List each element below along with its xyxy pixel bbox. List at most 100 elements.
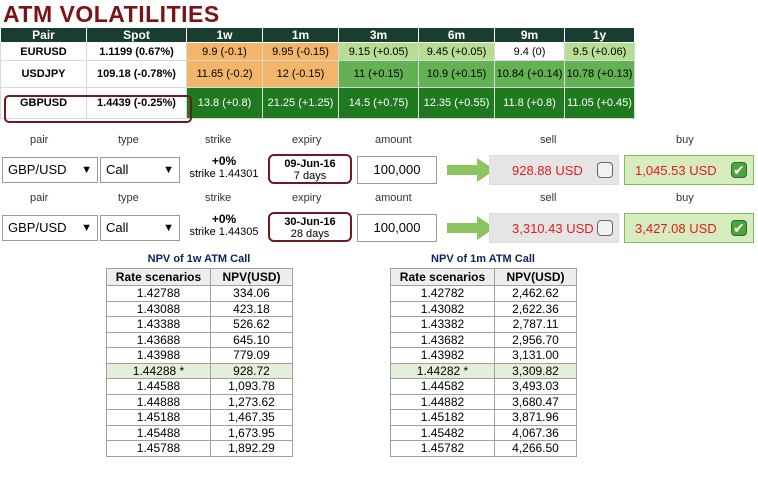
table-row: 1.44588 1,093.78 [106,378,293,395]
vol-cell-6m: 12.35 (+0.55) [418,87,495,119]
npv-value-cell: 3,680.47 [494,393,577,410]
pair-select-1[interactable]: GBP/USD ▼ [2,157,98,183]
npv-header-value: NPV(USD) [210,268,293,286]
vol-row-eurusd: EURUSD 1.1199 (0.67%) 9.9 (-0.1) 9.95 (-0.1… [0,42,635,61]
vol-cell-6m: 10.9 (+0.15) [418,60,495,88]
npv-1w-table: Rate scenarios NPV(USD) 1.42788 334.06 1.4… [106,268,293,457]
vol-cell-1w: 11.65 (-0.2) [186,60,263,88]
rate-scenario-cell: 1.43382 [390,316,495,333]
label-strike: strike [205,192,232,204]
npv-value-cell: 3,871.96 [494,409,577,426]
vol-cell-1w: 9.9 (-0.1) [186,42,263,61]
pair-select-value: GBP/USD [8,220,67,235]
vol-cell-9m: 11.8 (+0.8) [494,87,565,119]
table-row: 1.43988 779.09 [106,347,293,364]
sell-checkbox-2[interactable] [597,220,613,236]
rate-scenario-cell: 1.43088 [106,300,211,317]
amount-input-2[interactable]: 100,000 [357,214,437,242]
table-row: 1.44882 3,680.47 [390,393,577,410]
expiry-days: 28 days [290,228,330,240]
strike-value: strike 1.44305 [189,226,259,238]
sell-price-1[interactable]: 928.88 USD [489,155,619,185]
npv-value-cell: 1,467.35 [210,409,293,426]
npv-value-cell: 2,462.62 [494,285,577,302]
sell-price-2[interactable]: 3,310.43 USD [489,213,619,243]
label-expiry: expiry [292,192,322,204]
table-row: 1.44888 1,273.62 [106,393,293,410]
pair-select-2[interactable]: GBP/USD ▼ [2,215,98,241]
vol-cell-1y: 10.78 (+0.13) [564,60,635,88]
type-select-value: Call [106,162,129,177]
npv-value-cell: 526.62 [210,316,293,333]
rate-scenario-cell: 1.45182 [390,409,495,426]
sell-checkbox-1[interactable] [597,162,613,178]
expiry-input-2[interactable]: 30-Jun-16 28 days [268,212,352,242]
strike-pct: +0% [211,154,237,168]
vol-cell-3m: 14.5 (+0.75) [338,87,419,119]
vol-spot-cell: 1.4439 (-0.25%) [86,87,187,119]
rate-scenario-cell: 1.45488 [106,424,211,441]
buy-checkbox-1[interactable] [731,155,747,185]
buy-price-value: 3,427.08 USD [635,221,717,236]
table-row: 1.43388 526.62 [106,316,293,333]
npv-value-cell: 3,309.82 [494,362,577,379]
header-6m: 6m [418,27,495,43]
table-row: 1.45782 4,266.50 [390,440,577,457]
buy-price-2[interactable]: 3,427.08 USD [624,213,754,243]
rate-scenario-cell: 1.43682 [390,331,495,348]
vol-cell-1m: 9.95 (-0.15) [262,42,339,61]
rate-scenario-cell: 1.43688 [106,331,211,348]
buy-price-1[interactable]: 1,045.53 USD [624,155,754,185]
type-select-1[interactable]: Call ▼ [100,157,180,183]
table-row: 1.45182 3,871.96 [390,409,577,426]
vol-cell-3m: 9.15 (+0.05) [338,42,419,61]
npv-1w-title: NPV of 1w ATM Call [147,253,251,265]
label-sell: sell [540,134,557,146]
rate-scenario-cell: 1.43388 [106,316,211,333]
rate-scenario-cell: 1.45782 [390,440,495,457]
table-row: 1.45788 1,892.29 [106,440,293,457]
dropdown-arrow-icon: ▼ [163,164,174,176]
expiry-date: 09-Jun-16 [284,158,336,170]
table-row: 1.43088 423.18 [106,300,293,317]
npv-value-cell: 3,131.00 [494,347,577,364]
sell-price-value: 928.88 USD [512,163,583,178]
label-amount: amount [375,192,412,204]
amount-input-1[interactable]: 100,000 [357,156,437,184]
vol-cell-1w: 13.8 (+0.8) [186,87,263,119]
npv-value-cell: 779.09 [210,347,293,364]
npv-value-cell: 1,273.62 [210,393,293,410]
npv-value-cell: 2,622.36 [494,300,577,317]
npv-value-cell: 3,493.03 [494,378,577,395]
rate-scenario-cell: 1.45188 [106,409,211,426]
npv-value-cell: 423.18 [210,300,293,317]
npv-value-cell: 2,787.11 [494,316,577,333]
atm-volatility-table: Pair Spot 1w 1m 3m 6m 9m 1y EURUSD 1.1199… [0,27,635,119]
header-1w: 1w [186,27,263,43]
vol-spot-cell: 1.1199 (0.67%) [86,42,187,61]
table-row: 1.44282 * 3,309.82 [390,362,577,379]
rate-scenario-cell: 1.43082 [390,300,495,317]
pair-select-value: GBP/USD [8,162,67,177]
vol-cell-1y: 9.5 (+0.06) [564,42,635,61]
label-pair: pair [30,192,49,204]
expiry-input-1[interactable]: 09-Jun-16 7 days [268,154,352,184]
label-sell: sell [540,192,557,204]
rate-scenario-cell: 1.44282 * [390,362,495,379]
label-expiry: expiry [292,134,322,146]
npv-1m-title: NPV of 1m ATM Call [431,253,535,265]
npv-1m-table: Rate scenarios NPV(USD) 1.42782 2,462.62 1… [390,268,577,457]
vol-cell-1m: 21.25 (+1.25) [262,87,339,119]
rate-scenario-cell: 1.44882 [390,393,495,410]
rate-scenario-cell: 1.44588 [106,378,211,395]
type-select-2[interactable]: Call ▼ [100,215,180,241]
buy-checkbox-2[interactable] [731,213,747,243]
table-row: 1.44288 * 928.72 [106,362,293,379]
npv-value-cell: 4,266.50 [494,440,577,457]
rate-scenario-cell: 1.43982 [390,347,495,364]
npv-value-cell: 4,067.36 [494,424,577,441]
dropdown-arrow-icon: ▼ [163,222,174,234]
npv-value-cell: 334.06 [210,285,293,302]
table-row: 1.43688 645.10 [106,331,293,348]
rate-scenario-cell: 1.42782 [390,285,495,302]
